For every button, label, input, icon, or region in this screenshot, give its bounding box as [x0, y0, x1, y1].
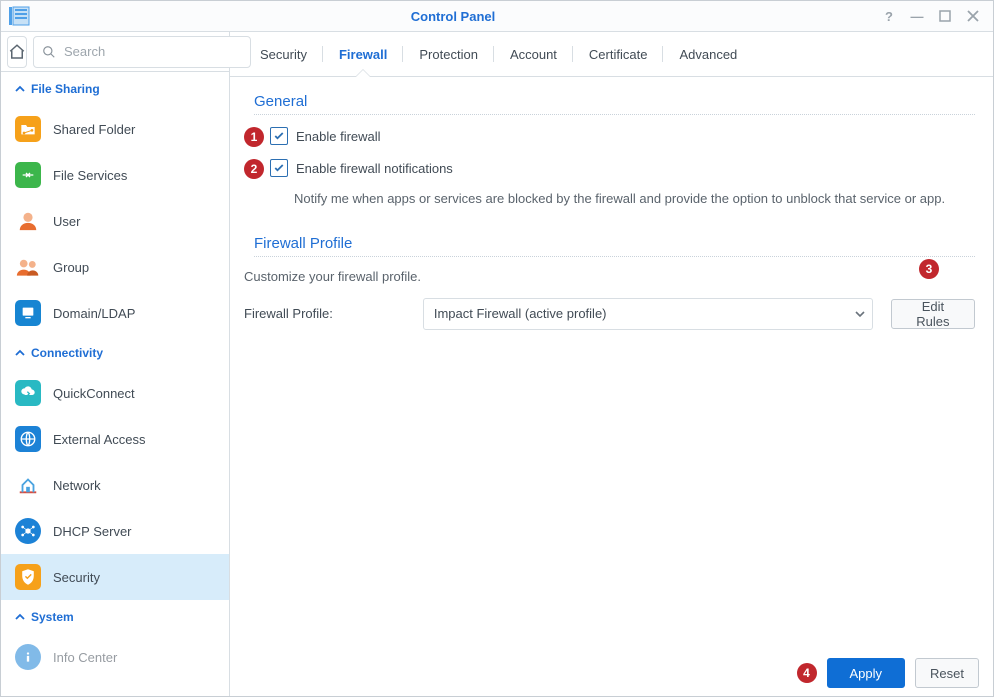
maximize-icon[interactable] [937, 8, 953, 24]
sidebar-item-dhcp[interactable]: DHCP Server [1, 508, 229, 554]
tab-advanced[interactable]: Advanced [663, 32, 753, 76]
tab-security[interactable]: Security [244, 32, 323, 76]
shared-folder-icon [15, 116, 41, 142]
label-enable-firewall: Enable firewall [296, 129, 381, 144]
group-label: File Sharing [31, 82, 100, 96]
section-general: General 1 Enable firewall 2 [244, 93, 975, 209]
tab-firewall[interactable]: Firewall [323, 32, 403, 76]
section-title-profile: Firewall Profile [254, 235, 975, 257]
group-label: System [31, 610, 74, 624]
group-connectivity[interactable]: Connectivity [1, 336, 229, 370]
info-icon [15, 644, 41, 670]
tab-label: Account [510, 47, 557, 62]
sidebar-item-label: Security [53, 570, 100, 585]
window-controls: ? — [869, 8, 993, 24]
search-icon [42, 45, 56, 59]
profile-row: Firewall Profile: Impact Firewall (activ… [244, 298, 975, 330]
sidebar-item-label: Group [53, 260, 89, 275]
sidebar-item-label: User [53, 214, 80, 229]
file-services-icon [15, 162, 41, 188]
quickconnect-icon [15, 380, 41, 406]
sidebar: File Sharing Shared Folder File Services [1, 32, 230, 696]
user-icon [15, 208, 41, 234]
firewall-profile-select[interactable]: Impact Firewall (active profile) [423, 298, 873, 330]
sidebar-item-user[interactable]: User [1, 198, 229, 244]
window-title: Control Panel [37, 9, 869, 24]
tab-protection[interactable]: Protection [403, 32, 494, 76]
help-icon[interactable]: ? [881, 8, 897, 24]
group-file-sharing[interactable]: File Sharing [1, 72, 229, 106]
label-enable-notifications: Enable firewall notifications [296, 161, 453, 176]
checkbox-enable-notifications[interactable] [270, 159, 288, 177]
sidebar-item-network[interactable]: Network [1, 462, 229, 508]
section-title-general: General [254, 93, 975, 115]
tab-label: Firewall [339, 47, 387, 62]
tab-label: Protection [419, 47, 478, 62]
callout-2: 2 [244, 159, 264, 179]
chevron-up-icon [15, 612, 25, 622]
tabs: Security Firewall Protection Account Cer… [230, 32, 993, 77]
control-panel-window: Control Panel ? — [0, 0, 994, 697]
notification-note: Notify me when apps or services are bloc… [294, 189, 974, 209]
shield-icon [15, 564, 41, 590]
sidebar-item-shared-folder[interactable]: Shared Folder [1, 106, 229, 152]
close-icon[interactable] [965, 8, 981, 24]
content: Security Firewall Protection Account Cer… [230, 32, 993, 696]
domain-icon [15, 300, 41, 326]
external-access-icon [15, 426, 41, 452]
chevron-up-icon [15, 348, 25, 358]
sidebar-item-label: Shared Folder [53, 122, 135, 137]
home-button[interactable] [7, 36, 27, 68]
edit-rules-button[interactable]: Edit Rules [891, 299, 975, 329]
titlebar: Control Panel ? — [1, 1, 993, 32]
select-value: Impact Firewall (active profile) [434, 306, 607, 321]
callout-3: 3 [919, 259, 939, 279]
sidebar-item-label: Network [53, 478, 101, 493]
sidebar-item-label: File Services [53, 168, 127, 183]
sidebar-item-info-center[interactable]: Info Center [1, 634, 229, 680]
group-icon [15, 254, 41, 280]
app-icon [1, 1, 37, 31]
minimize-icon[interactable]: — [909, 8, 925, 24]
sidebar-item-label: External Access [53, 432, 146, 447]
sidebar-item-external-access[interactable]: External Access [1, 416, 229, 462]
bottom-bar: 4 Apply Reset [797, 658, 980, 688]
profile-desc: Customize your firewall profile. [244, 269, 975, 284]
profile-label: Firewall Profile: [244, 306, 405, 321]
sidebar-item-label: DHCP Server [53, 524, 132, 539]
tab-label: Security [260, 47, 307, 62]
section-firewall-profile: Firewall Profile Customize your firewall… [244, 235, 975, 330]
sidebar-item-security[interactable]: Security [1, 554, 229, 600]
group-label: Connectivity [31, 346, 103, 360]
dhcp-icon [15, 518, 41, 544]
sidebar-item-label: QuickConnect [53, 386, 135, 401]
reset-button[interactable]: Reset [915, 658, 979, 688]
sidebar-top [1, 32, 229, 72]
chevron-up-icon [15, 84, 25, 94]
sidebar-item-label: Info Center [53, 650, 117, 665]
apply-button[interactable]: Apply [827, 658, 906, 688]
chevron-down-icon [854, 308, 866, 320]
tab-label: Advanced [679, 47, 737, 62]
sidebar-item-label: Domain/LDAP [53, 306, 135, 321]
group-system[interactable]: System [1, 600, 229, 634]
callout-4: 4 [797, 663, 817, 683]
callout-1: 1 [244, 127, 264, 147]
sidebar-item-quickconnect[interactable]: QuickConnect [1, 370, 229, 416]
network-icon [15, 472, 41, 498]
tab-account[interactable]: Account [494, 32, 573, 76]
tab-label: Certificate [589, 47, 648, 62]
sidebar-item-domain[interactable]: Domain/LDAP [1, 290, 229, 336]
sidebar-item-group[interactable]: Group [1, 244, 229, 290]
search-input[interactable] [62, 43, 242, 60]
content-scroll[interactable]: General 1 Enable firewall 2 [230, 77, 993, 696]
search-box[interactable] [33, 36, 251, 68]
sidebar-scroll[interactable]: File Sharing Shared Folder File Services [1, 72, 229, 696]
tab-certificate[interactable]: Certificate [573, 32, 664, 76]
checkbox-enable-firewall[interactable] [270, 127, 288, 145]
sidebar-item-file-services[interactable]: File Services [1, 152, 229, 198]
